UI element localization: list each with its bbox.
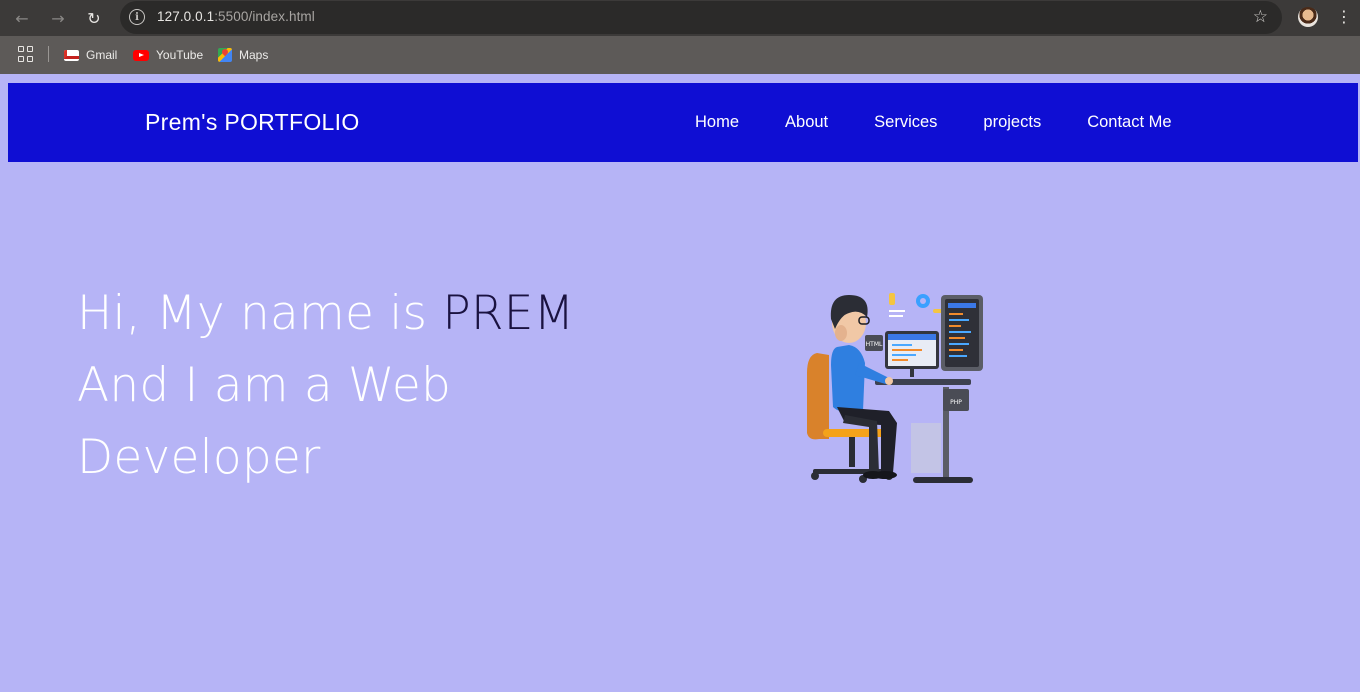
address-bar[interactable]: i 127.0.0.1:5500/index.html ☆ bbox=[120, 1, 1282, 34]
kebab-menu-icon[interactable]: ⋮ bbox=[1336, 7, 1352, 27]
nav-links: Home About Services projects Contact Me bbox=[695, 113, 1218, 132]
nav-link-about[interactable]: About bbox=[785, 113, 828, 132]
bookmark-label: Maps bbox=[239, 48, 269, 62]
gmail-icon bbox=[64, 49, 79, 61]
page-margin bbox=[0, 74, 1360, 83]
html-badge: HTML bbox=[865, 335, 883, 351]
bookmark-label: Gmail bbox=[86, 48, 118, 62]
apps-grid-icon[interactable] bbox=[18, 46, 34, 62]
code-monitor bbox=[941, 295, 983, 371]
php-label: PHP bbox=[950, 399, 962, 406]
site-brand[interactable]: Prem's PORTFOLIO bbox=[145, 109, 360, 136]
desk-monitor bbox=[885, 331, 939, 377]
bookmark-maps[interactable]: Maps bbox=[218, 46, 268, 64]
url-path: :5500/index.html bbox=[214, 9, 315, 24]
developer-illustration: HTML PHP bbox=[807, 293, 983, 483]
site-info-icon[interactable]: i bbox=[129, 9, 145, 25]
hero-name: PREM bbox=[442, 286, 575, 341]
back-icon[interactable]: ← bbox=[10, 6, 34, 30]
nav-link-projects[interactable]: projects bbox=[983, 113, 1041, 132]
hero-line-3: Developer bbox=[77, 430, 321, 485]
hero-greeting: Hi, My name is bbox=[77, 286, 443, 341]
html-label: HTML bbox=[866, 341, 883, 348]
url-host: 127.0.0.1 bbox=[157, 9, 215, 24]
page-margin bbox=[0, 74, 8, 692]
bookmark-label: YouTube bbox=[156, 48, 204, 62]
browser-toolbar: ← → ↻ i 127.0.0.1:5500/index.html ☆ ⋮ bbox=[0, 0, 1360, 36]
bookmarks-divider bbox=[48, 46, 49, 62]
nav-link-home[interactable]: Home bbox=[695, 113, 739, 132]
youtube-icon bbox=[133, 49, 149, 61]
forward-icon[interactable]: → bbox=[46, 6, 70, 30]
bookmark-youtube[interactable]: YouTube bbox=[133, 46, 203, 64]
floating-icons bbox=[889, 293, 943, 317]
bookmark-star-icon[interactable]: ☆ bbox=[1253, 7, 1268, 27]
hero-line-1: Hi, My name is PREM bbox=[77, 278, 574, 350]
nav-link-services[interactable]: Services bbox=[874, 113, 937, 132]
page-viewport: Prem's PORTFOLIO Home About Services pro… bbox=[8, 83, 1358, 692]
developer-person bbox=[830, 295, 897, 479]
bookmark-gmail[interactable]: Gmail bbox=[64, 46, 117, 64]
reload-icon[interactable]: ↻ bbox=[82, 6, 106, 30]
hero-heading: Hi, My name is PREM And I am a Web Devel… bbox=[77, 278, 574, 494]
hero-line-2: And I am a Web bbox=[77, 358, 452, 413]
profile-avatar[interactable] bbox=[1298, 7, 1318, 27]
bookmarks-bar: Gmail YouTube Maps bbox=[0, 36, 1360, 74]
nav-link-contact[interactable]: Contact Me bbox=[1087, 113, 1171, 132]
site-navbar: Prem's PORTFOLIO Home About Services pro… bbox=[8, 83, 1358, 162]
url-text: 127.0.0.1:5500/index.html bbox=[157, 9, 315, 24]
maps-icon bbox=[218, 48, 232, 62]
